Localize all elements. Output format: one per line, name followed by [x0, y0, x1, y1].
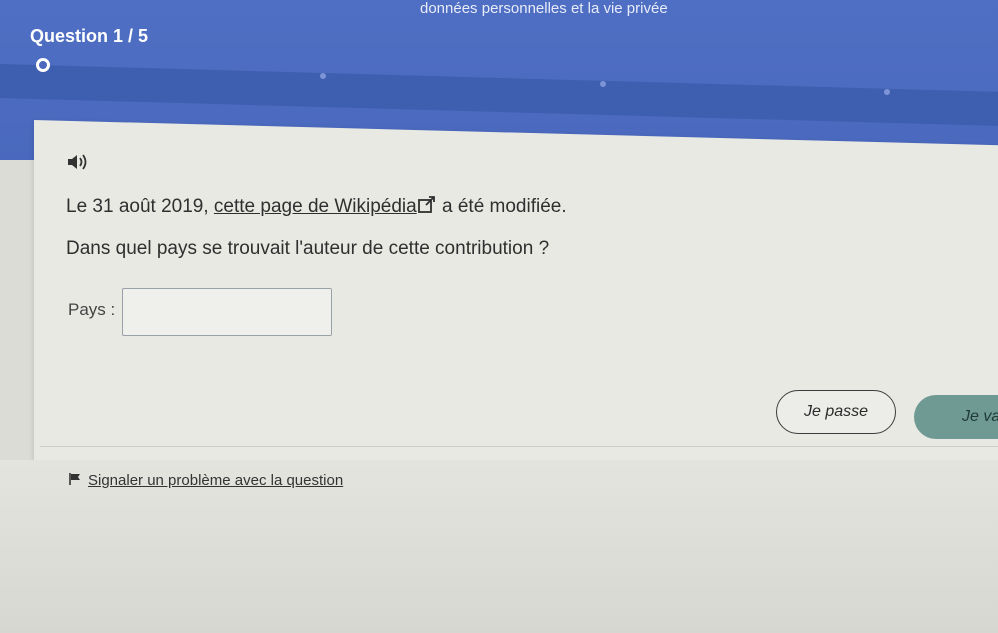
report-problem-text: Signaler un problème avec la question: [88, 472, 344, 489]
sentence-prefix: Le 31 août 2019,: [66, 196, 214, 217]
progress-step-dot: [320, 73, 326, 79]
flag-icon: [68, 472, 82, 486]
wikipedia-page-link[interactable]: cette page de Wikipédia: [214, 196, 437, 217]
question-sentence: Le 31 août 2019, cette page de Wikipédia…: [66, 196, 567, 218]
external-link-icon: [417, 196, 437, 214]
speaker-icon[interactable]: [66, 152, 90, 172]
question-counter: Question 1 / 5: [30, 26, 149, 46]
progress-step-dot: [884, 89, 890, 95]
question-prompt: Dans quel pays se trouvait l'auteur de c…: [66, 238, 550, 259]
divider: [40, 446, 998, 447]
report-problem-link[interactable]: Signaler un problème avec la question: [68, 472, 343, 489]
skip-button[interactable]: Je passe: [776, 390, 896, 434]
wikipedia-link-text: cette page de Wikipédia: [213, 196, 417, 217]
pays-input[interactable]: [122, 288, 332, 336]
pays-label: Pays :: [68, 300, 116, 319]
progress-step-dot: [600, 81, 606, 87]
header-title: données personnelles et la vie privée: [420, 0, 668, 17]
progress-current-dot: [36, 58, 50, 72]
validate-button[interactable]: Je va: [914, 395, 998, 439]
sentence-suffix: a été modifiée.: [436, 196, 567, 217]
